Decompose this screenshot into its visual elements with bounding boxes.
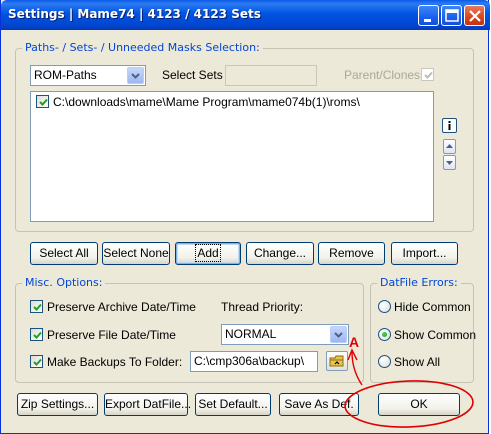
close-button[interactable] [464,5,485,26]
checkmark-icon [39,98,48,106]
change-label: Change... [253,246,307,260]
make-backups-checkbox[interactable] [30,355,43,368]
datfile-errors-legend: DatFile Errors: [377,276,461,289]
select-sets-label: Select Sets [162,68,223,82]
import-button[interactable]: Import... [391,242,458,265]
misc-options-legend: Misc. Options: [22,276,106,289]
make-backups-label: Make Backups To Folder: [47,355,183,369]
info-button[interactable] [442,118,457,133]
path-text: C:\downloads\mame\Mame Program\mame074b(… [53,95,360,109]
ok-button[interactable]: OK [378,393,460,416]
select-none-label: Select None [103,246,169,260]
parent-clones-checkbox[interactable] [421,68,434,81]
maximize-button[interactable] [441,5,462,26]
preserve-archive-label: Preserve Archive Date/Time [47,300,196,314]
title-bar[interactable]: Settings | Mame74 | 4123 / 4123 Sets [1,0,490,30]
zip-settings-label: Zip Settings... [20,397,95,411]
folder-browse-icon [329,355,344,367]
move-down-button[interactable] [443,155,456,170]
save-as-def-button[interactable]: Save As Def. [279,393,359,416]
minimize-button[interactable] [418,5,439,26]
preserve-file-checkbox[interactable] [30,328,43,341]
arrow-up-icon [446,144,453,148]
thread-priority-label: Thread Priority: [221,300,304,314]
settings-window: Settings | Mame74 | 4123 / 4123 Sets Pat… [0,0,490,434]
import-label: Import... [402,246,447,260]
export-datfile-label: Export DatFile... [105,397,192,411]
thread-priority-dropdown[interactable]: NORMAL [221,324,349,345]
move-up-button[interactable] [443,139,456,154]
select-sets-field[interactable] [225,65,317,86]
export-datfile-button[interactable]: Export DatFile... [104,393,192,416]
radio-selected-dot [382,332,387,337]
checkmark-icon [33,303,42,311]
show-common-radio[interactable] [378,328,391,341]
set-default-button[interactable]: Set Default... [195,393,271,416]
preserve-file-label: Preserve File Date/Time [47,328,176,342]
list-item[interactable]: C:\downloads\mame\Mame Program\mame074b(… [31,92,433,112]
path-type-value: ROM-Paths [34,68,97,82]
show-all-radio[interactable] [378,355,391,368]
arrow-down-icon [446,161,453,165]
add-label: Add [195,244,221,262]
parent-clones-label: Parent/Clones [344,68,421,82]
preserve-archive-checkbox[interactable] [30,300,43,313]
save-as-def-label: Save As Def. [284,397,354,411]
checkmark-icon [33,358,42,366]
remove-label: Remove [329,246,374,260]
show-common-label: Show Common [394,328,477,342]
paths-listbox[interactable]: C:\downloads\mame\Mame Program\mame074b(… [30,91,434,222]
set-default-label: Set Default... [198,397,268,411]
select-none-button[interactable]: Select None [102,242,170,265]
minimize-icon [424,19,431,22]
hide-common-radio[interactable] [378,300,391,313]
checkmark-icon [424,71,433,79]
backup-folder-field[interactable]: C:\cmp306a\backup\ [190,351,318,372]
change-button[interactable]: Change... [246,242,314,265]
ok-label: OK [410,397,428,411]
path-checkbox[interactable] [36,95,49,108]
add-button[interactable]: Add [175,242,241,265]
path-type-dropdown[interactable]: ROM-Paths [30,65,146,86]
chevron-down-icon[interactable] [330,326,347,343]
window-title: Settings | Mame74 | 4123 / 4123 Sets [8,7,261,21]
maximize-icon [445,9,459,22]
chevron-down-icon[interactable] [127,67,144,84]
info-icon [448,121,451,130]
hide-common-label: Hide Common [394,300,471,314]
select-all-label: Select All [39,246,89,260]
zip-settings-button[interactable]: Zip Settings... [17,393,98,416]
close-icon [469,10,481,22]
thread-priority-value: NORMAL [225,327,277,341]
checkmark-icon [33,331,42,339]
select-all-button[interactable]: Select All [30,242,98,265]
browse-folder-button[interactable] [326,351,348,371]
remove-button[interactable]: Remove [318,242,385,265]
show-all-label: Show All [394,355,441,369]
paths-group-legend: Paths- / Sets- / Unneeded Masks Selectio… [22,41,263,54]
